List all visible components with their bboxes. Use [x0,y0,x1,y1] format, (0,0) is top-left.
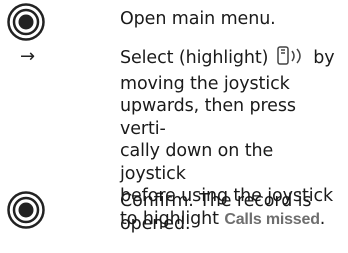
step-text-line: cally down on the joystick [120,141,274,184]
joystick-press-icon [6,2,66,46]
step-text: Open main menu. [120,9,276,29]
step-text-line: moving the joystick [120,73,290,94]
step-text-line: upwards, then press verti- [120,96,296,139]
right-arrow-icon: → [20,46,36,67]
step-text-line: Confirm. The record is [120,191,312,211]
step-text-line: opened. [120,213,191,234]
step-text-line: Select (highlight) by [120,46,342,73]
joystick-press-icon [6,190,66,234]
calls-list-icon [275,46,307,73]
